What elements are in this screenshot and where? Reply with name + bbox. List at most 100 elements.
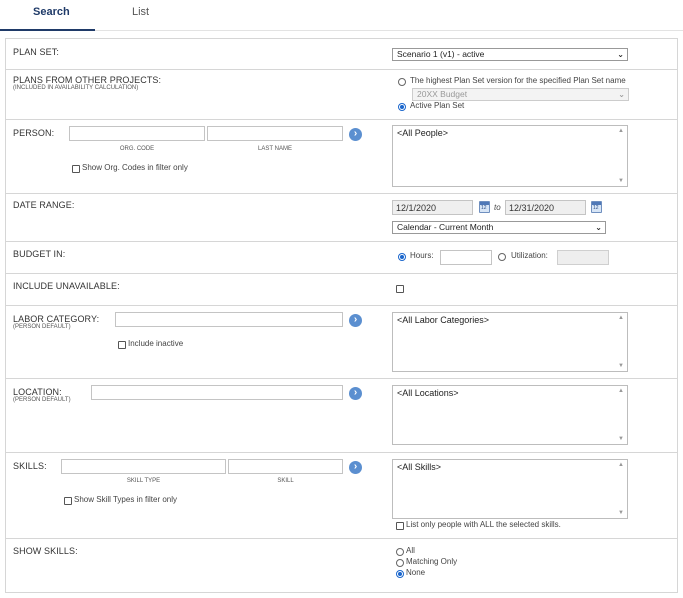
- include-unavailable-checkbox[interactable]: [396, 285, 404, 293]
- calendar-icon[interactable]: 12: [479, 201, 490, 213]
- date-to-label: to: [494, 203, 501, 212]
- scroll-up-icon[interactable]: ▲: [618, 128, 624, 134]
- show-org-codes-checkbox[interactable]: [72, 165, 80, 173]
- date-preset-select[interactable]: Calendar - Current Month ⌄: [392, 221, 606, 234]
- skill-type-input[interactable]: [61, 459, 226, 474]
- tab-bar: Search List: [0, 0, 683, 31]
- plan-set-row: PLAN SET: Scenario 1 (v1) - active ⌄: [6, 39, 677, 70]
- plan-set-label: PLAN SET:: [13, 47, 59, 57]
- utilization-input[interactable]: [557, 250, 609, 265]
- budget-in-label: BUDGET IN:: [13, 249, 66, 259]
- calendar-icon[interactable]: 12: [591, 201, 602, 213]
- radio-active-plan-set[interactable]: [398, 103, 406, 111]
- date-preset-value: Calendar - Current Month: [397, 222, 494, 232]
- person-row: PERSON: › ORG. CODE LAST NAME Show Org. …: [6, 120, 677, 194]
- scroll-down-icon[interactable]: ▼: [618, 436, 624, 442]
- radio-show-skills-none-label: None: [406, 568, 426, 577]
- location-list-item[interactable]: <All Locations>: [397, 388, 459, 398]
- search-filter-panel: PLAN SET: Scenario 1 (v1) - active ⌄ PLA…: [5, 38, 678, 593]
- person-label: PERSON:: [13, 128, 55, 138]
- skill-input[interactable]: [228, 459, 343, 474]
- radio-show-skills-matching[interactable]: [396, 559, 404, 567]
- labor-category-go-button[interactable]: ›: [349, 314, 362, 327]
- date-range-row: DATE RANGE: 12/1/2020 12 to 12/31/2020 1…: [6, 194, 677, 242]
- tab-list[interactable]: List: [132, 6, 149, 18]
- include-inactive-label: Include inactive: [128, 339, 184, 348]
- active-tab-indicator: [0, 29, 95, 31]
- org-code-input[interactable]: [69, 126, 205, 141]
- skills-list-item[interactable]: <All Skills>: [397, 462, 441, 472]
- location-input[interactable]: [91, 385, 343, 400]
- date-from-input[interactable]: 12/1/2020: [392, 200, 473, 215]
- last-name-caption: LAST NAME: [258, 146, 292, 152]
- radio-utilization-label: Utilization:: [511, 251, 548, 260]
- radio-hours-label: Hours:: [410, 251, 434, 260]
- labor-category-sublabel: (PERSON DEFAULT): [13, 324, 71, 330]
- show-org-codes-label: Show Org. Codes in filter only: [82, 163, 188, 172]
- tab-search[interactable]: Search: [33, 6, 70, 18]
- list-only-all-skills-checkbox[interactable]: [396, 522, 404, 530]
- skill-type-caption: SKILL TYPE: [126, 478, 161, 484]
- person-go-button[interactable]: ›: [349, 128, 362, 141]
- chevron-down-icon: ⌄: [595, 223, 602, 232]
- chevron-right-icon: ›: [353, 314, 358, 325]
- radio-show-skills-all[interactable]: [396, 548, 404, 556]
- people-list-item[interactable]: <All People>: [397, 128, 448, 138]
- scroll-up-icon[interactable]: ▲: [618, 462, 624, 468]
- show-skills-label: SHOW SKILLS:: [13, 546, 78, 556]
- scroll-up-icon[interactable]: ▲: [618, 315, 624, 321]
- other-projects-label: PLANS FROM OTHER PROJECTS:: [13, 75, 162, 85]
- skills-row: SKILLS: › SKILL TYPE SKILL Show Skill Ty…: [6, 453, 677, 539]
- date-to-input[interactable]: 12/31/2020: [505, 200, 586, 215]
- scroll-down-icon[interactable]: ▼: [618, 178, 624, 184]
- include-unavailable-label: INCLUDE UNAVAILABLE:: [13, 281, 120, 291]
- radio-utilization[interactable]: [498, 253, 506, 261]
- chevron-right-icon: ›: [353, 128, 358, 139]
- labor-category-label: LABOR CATEGORY:: [13, 314, 100, 324]
- location-go-button[interactable]: ›: [349, 387, 362, 400]
- chevron-right-icon: ›: [353, 461, 358, 472]
- labor-category-listbox[interactable]: <All Labor Categories> ▲ ▼: [392, 312, 628, 372]
- include-inactive-checkbox[interactable]: [118, 341, 126, 349]
- org-code-caption: ORG. CODE: [119, 146, 155, 152]
- radio-show-skills-matching-label: Matching Only: [406, 557, 458, 566]
- scroll-down-icon[interactable]: ▼: [618, 363, 624, 369]
- location-sublabel: (PERSON DEFAULT): [13, 397, 71, 403]
- radio-show-skills-none[interactable]: [396, 570, 404, 578]
- skill-caption: SKILL: [277, 478, 294, 484]
- location-label: LOCATION:: [13, 387, 62, 397]
- radio-hours[interactable]: [398, 253, 406, 261]
- labor-category-list-item[interactable]: <All Labor Categories>: [397, 315, 489, 325]
- plan-set-value: Scenario 1 (v1) - active: [397, 49, 485, 59]
- skills-go-button[interactable]: ›: [349, 461, 362, 474]
- date-range-label: DATE RANGE:: [13, 200, 75, 210]
- chevron-down-icon: ⌄: [618, 90, 625, 99]
- other-projects-row: PLANS FROM OTHER PROJECTS: (INCLUDED IN …: [6, 70, 677, 120]
- skills-listbox[interactable]: <All Skills> ▲ ▼: [392, 459, 628, 519]
- show-skill-types-checkbox[interactable]: [64, 497, 72, 505]
- other-projects-sublabel: (INCLUDED IN AVAILABILITY CALCULATION): [13, 85, 139, 91]
- budget-select-value: 20XX Budget: [417, 89, 468, 99]
- budget-select[interactable]: 20XX Budget ⌄: [412, 88, 629, 101]
- scroll-down-icon[interactable]: ▼: [618, 510, 624, 516]
- chevron-right-icon: ›: [353, 387, 358, 398]
- radio-highest-plan-set[interactable]: [398, 78, 406, 86]
- list-only-all-skills-label: List only people with ALL the selected s…: [406, 520, 561, 529]
- skills-label: SKILLS:: [13, 461, 47, 471]
- include-unavailable-row: INCLUDE UNAVAILABLE:: [6, 274, 677, 306]
- radio-active-plan-set-label: Active Plan Set: [410, 101, 465, 110]
- budget-in-row: BUDGET IN: Hours: Utilization:: [6, 242, 677, 274]
- chevron-down-icon: ⌄: [617, 50, 624, 59]
- location-listbox[interactable]: <All Locations> ▲ ▼: [392, 385, 628, 445]
- show-skill-types-label: Show Skill Types in filter only: [74, 495, 178, 504]
- radio-show-skills-all-label: All: [406, 546, 415, 555]
- show-skills-row: SHOW SKILLS: All Matching Only None: [6, 539, 677, 592]
- people-listbox[interactable]: <All People> ▲ ▼: [392, 125, 628, 187]
- radio-highest-plan-set-label: The highest Plan Set version for the spe…: [410, 76, 626, 85]
- labor-category-row: LABOR CATEGORY: (PERSON DEFAULT) › Inclu…: [6, 306, 677, 379]
- scroll-up-icon[interactable]: ▲: [618, 388, 624, 394]
- last-name-input[interactable]: [207, 126, 343, 141]
- hours-input[interactable]: [440, 250, 492, 265]
- labor-category-input[interactable]: [115, 312, 343, 327]
- plan-set-select[interactable]: Scenario 1 (v1) - active ⌄: [392, 48, 628, 61]
